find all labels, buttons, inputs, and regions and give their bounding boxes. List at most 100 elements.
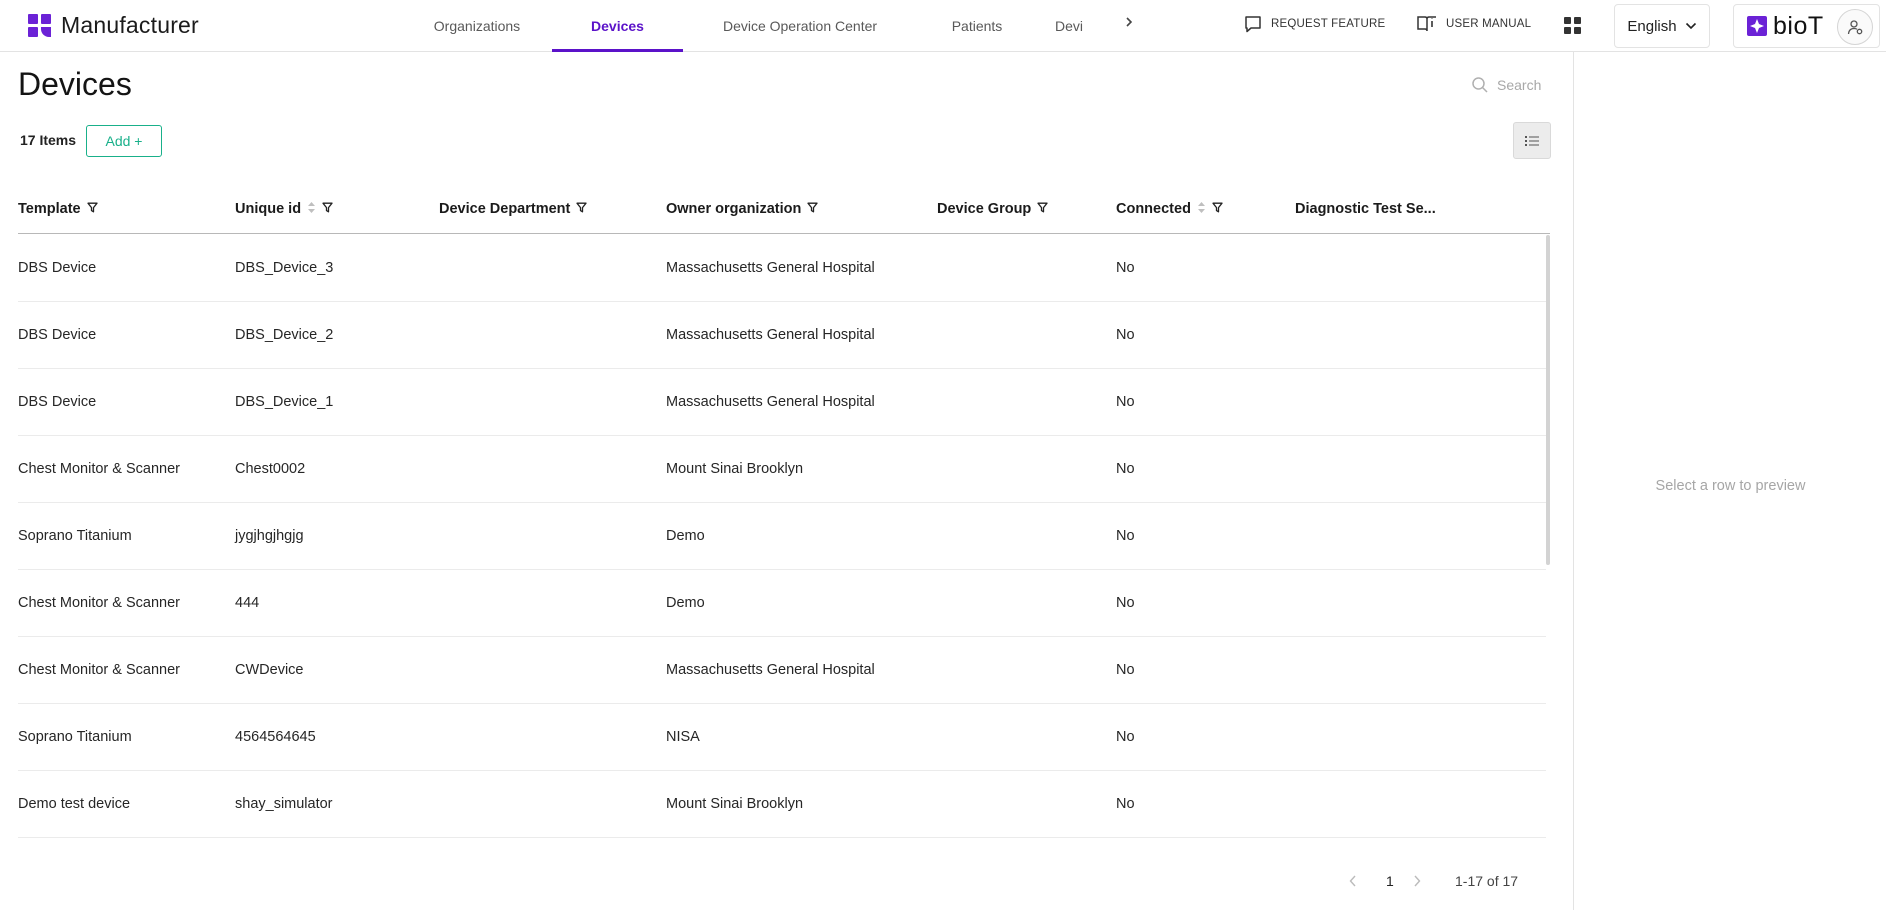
tab-devices[interactable]: Devices [552, 0, 683, 52]
cell-owner-organization: Mount Sinai Brooklyn [666, 461, 804, 477]
next-page-button[interactable] [1412, 874, 1422, 891]
cell-template: DBS Device [18, 260, 97, 276]
filter-icon[interactable] [322, 201, 333, 217]
cell-unique-id: shay_simulator [235, 796, 333, 812]
column-controls [807, 201, 818, 217]
tab-patients[interactable]: Patients [917, 0, 1037, 52]
cell-owner-organization: Mount Sinai Brooklyn [666, 796, 804, 812]
table-row[interactable]: Soprano Titanium jygjhgjhgjg Demo No [18, 503, 1546, 570]
cell-template: Chest Monitor & Scanner [18, 461, 180, 477]
column-header-device-department[interactable]: Device Department [439, 184, 588, 234]
preview-panel: Select a row to preview [1573, 52, 1886, 910]
column-header-unique-id[interactable]: Unique id [235, 184, 333, 234]
top-navigation-bar: Manufacturer Organizations Devices Devic… [0, 0, 1886, 52]
table-row[interactable]: Chest Monitor & Scanner CWDevice Massachus… [18, 637, 1546, 704]
main-nav-tabs: Organizations Devices Device Operation C… [402, 0, 1097, 52]
cell-unique-id: jygjhgjhgjg [235, 528, 304, 544]
user-settings-icon [1847, 20, 1863, 35]
cell-owner-organization: NISA [666, 729, 700, 745]
user-manual-button[interactable]: USER MANUAL [1416, 14, 1531, 34]
chevron-right-icon [1414, 875, 1421, 887]
list-view-toggle[interactable] [1513, 122, 1551, 159]
column-header-device-group[interactable]: Device Group [937, 184, 1048, 234]
cell-connected: No [1116, 662, 1135, 678]
cell-template: Soprano Titanium [18, 528, 132, 544]
cell-connected: No [1116, 595, 1135, 611]
chevron-right-icon[interactable] [1124, 15, 1134, 32]
cell-owner-organization: Massachusetts General Hospital [666, 260, 875, 276]
tab-devi-truncated[interactable]: Devi [1037, 0, 1097, 52]
sort-icon[interactable] [307, 201, 316, 218]
cell-unique-id: DBS_Device_1 [235, 394, 334, 410]
biot-brand-name: bioT [1773, 11, 1824, 40]
tab-device-operation-center[interactable]: Device Operation Center [683, 0, 917, 52]
cell-unique-id: 4564564645 [235, 729, 316, 745]
column-controls [1197, 201, 1223, 218]
page-number[interactable]: 1 [1386, 873, 1394, 889]
request-feature-button[interactable]: REQUEST FEATURE [1243, 14, 1385, 34]
pagination-range: 1-17 of 17 [1455, 873, 1519, 889]
list-icon [1525, 135, 1539, 146]
user-avatar[interactable] [1837, 9, 1873, 45]
filter-icon[interactable] [1212, 201, 1223, 217]
chevron-left-icon [1349, 875, 1356, 887]
prev-page-button[interactable] [1348, 874, 1358, 891]
column-header-label: Connected [1116, 201, 1191, 217]
user-manual-label: USER MANUAL [1446, 18, 1532, 30]
cell-template: Demo test device [18, 796, 131, 812]
add-device-button[interactable]: Add + [86, 125, 162, 157]
column-header-label: Unique id [235, 201, 302, 217]
cell-unique-id: Chest0002 [235, 461, 306, 477]
column-header-label: Device Group [937, 201, 1032, 217]
table-row[interactable]: DBS Device DBS_Device_1 Massachusetts Gene… [18, 369, 1546, 436]
biot-logo-icon [1747, 16, 1767, 36]
book-icon [1417, 16, 1436, 32]
column-header-label: Owner organization [666, 201, 802, 217]
search-input[interactable]: Search [1471, 76, 1541, 94]
table-row[interactable]: Chest Monitor & Scanner Chest0002 Mount Si… [18, 436, 1546, 503]
manufacturer-logo-icon [28, 13, 52, 38]
table-row[interactable]: Demo test device shay_simulator Mount Sina… [18, 771, 1546, 838]
cell-owner-organization: Demo [666, 595, 705, 611]
filter-icon[interactable] [807, 201, 818, 217]
table-row[interactable]: Chest Monitor & Scanner 444 Demo No [18, 570, 1546, 637]
sort-icon[interactable] [1197, 201, 1206, 218]
tab-organizations[interactable]: Organizations [402, 0, 552, 52]
cell-unique-id: 444 [235, 595, 260, 611]
filter-icon[interactable] [86, 201, 98, 217]
cell-template: DBS Device [18, 394, 97, 410]
cell-unique-id: CWDevice [235, 662, 304, 678]
cell-template: Soprano Titanium [18, 729, 132, 745]
app-title: Manufacturer [61, 12, 199, 38]
cell-owner-organization: Massachusetts General Hospital [666, 662, 875, 678]
language-value: English [1627, 17, 1677, 35]
table-row[interactable]: DBS Device DBS_Device_2 Massachusetts Gene… [18, 302, 1546, 369]
filter-icon[interactable] [576, 201, 588, 217]
column-header-label: Diagnostic Test Se... [1295, 201, 1436, 217]
request-feature-label: REQUEST FEATURE [1271, 18, 1386, 30]
table-scrollbar[interactable] [1546, 235, 1550, 565]
cell-connected: No [1116, 260, 1135, 276]
column-header-diagnostic-test-se[interactable]: Diagnostic Test Se... [1295, 184, 1436, 234]
app-brand[interactable]: Manufacturer [28, 12, 199, 39]
language-select[interactable]: English [1614, 4, 1710, 48]
cell-owner-organization: Demo [666, 528, 705, 544]
table-header: Template Unique id Device Department Owner … [18, 184, 1550, 234]
items-count: 17 Items [20, 132, 77, 148]
column-header-label: Device Department [439, 201, 571, 217]
search-icon [1472, 77, 1488, 93]
filter-icon[interactable] [1037, 201, 1048, 217]
cell-owner-organization: Massachusetts General Hospital [666, 327, 875, 343]
column-header-connected[interactable]: Connected [1116, 184, 1223, 234]
cell-template: Chest Monitor & Scanner [18, 662, 180, 678]
column-header-owner-organization[interactable]: Owner organization [666, 184, 818, 234]
table-row[interactable]: Soprano Titanium 4564564645 NISA No [18, 704, 1546, 771]
table-row[interactable]: DBS Device DBS_Device_3 Massachusetts Gene… [18, 235, 1546, 302]
comment-icon [1245, 16, 1261, 33]
cell-connected: No [1116, 327, 1135, 343]
search-placeholder: Search [1497, 77, 1542, 93]
apps-grid-icon[interactable] [1564, 17, 1582, 35]
chevron-down-icon [1685, 22, 1696, 30]
cell-unique-id: DBS_Device_2 [235, 327, 334, 343]
column-header-template[interactable]: Template [18, 184, 98, 234]
